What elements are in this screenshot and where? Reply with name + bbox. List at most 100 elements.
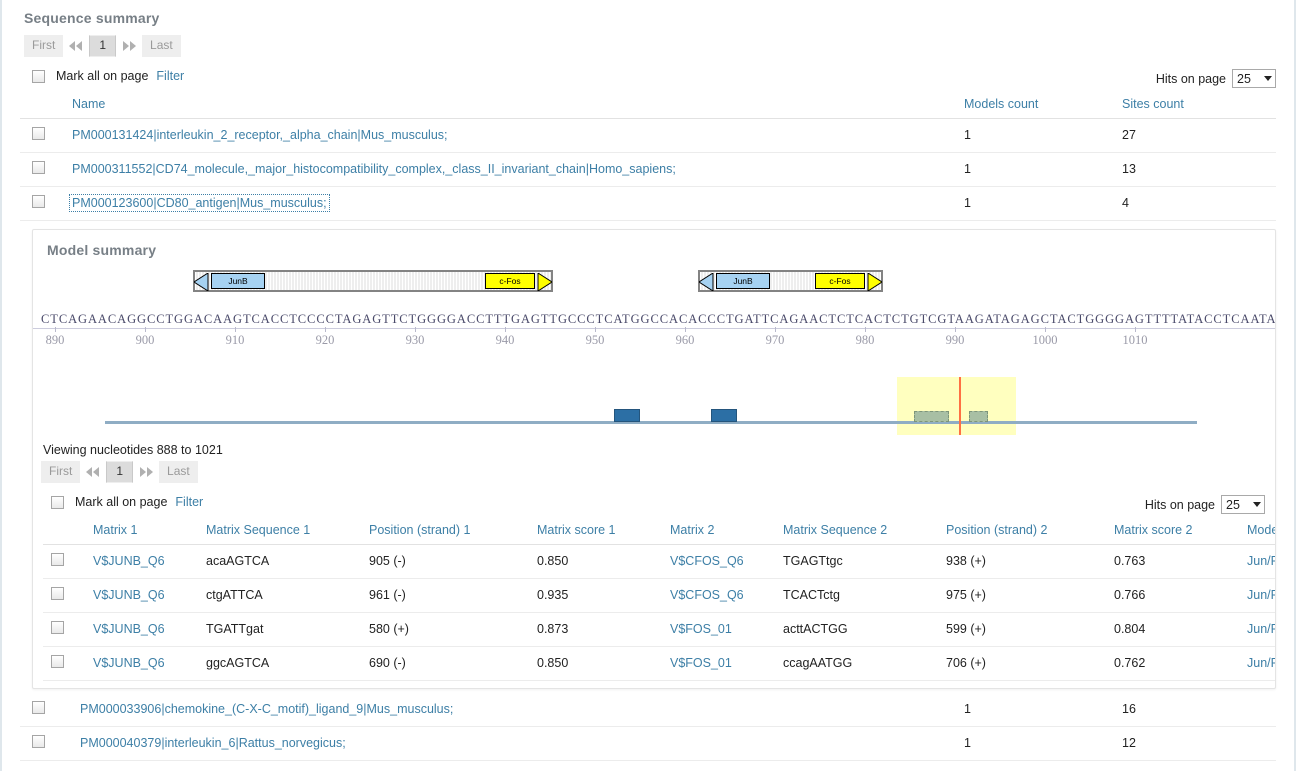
model-group-2[interactable]: JunB c-Fos [698,270,883,292]
nucleotide-sequence: CTCAGAACAGGCCTGGACAAGTCACCTCCCCTAGAGTTCT… [33,312,1275,329]
row-checkbox[interactable] [32,701,45,714]
matches-matrix-1: V$JUNB_Q6 [89,544,202,579]
pager-current-page[interactable]: 1 [89,35,117,57]
matrix-1-link[interactable]: V$JUNB_Q6 [93,554,165,568]
header-sites-count[interactable]: Sites count [1118,91,1276,119]
table-row[interactable]: PM000123600|CD80_antigen|Mus_musculus; 1… [20,186,1276,221]
overview-site-bar[interactable] [968,411,989,422]
matches-row[interactable]: V$JUNB_Q6 TGATTgat 580 (+) 0.873 V$FOS_0… [43,612,1275,647]
matches-row[interactable]: V$JUNB_Q6 ggcAGTCA 690 (-) 0.850 V$FOS_0… [43,646,1275,681]
model-pager-prev-icon[interactable] [82,463,104,482]
matches-row[interactable]: V$JUNB_Q6 acaAGTCA 905 (-) 0.850 V$CFOS_… [43,544,1275,579]
matches-model: Jun/Fos [1243,612,1275,647]
pager-next-icon[interactable] [118,37,140,56]
matches-row-checkbox[interactable] [51,587,64,600]
model-link[interactable]: Jun/Fos [1247,554,1275,568]
overview-site-bar[interactable] [914,411,950,422]
matches-model: Jun/Fos [1243,578,1275,613]
matches-position-2: 706 (+) [942,646,1110,681]
matches-row-checkbox[interactable] [51,655,64,668]
matches-score-1: 0.873 [533,612,666,647]
matrix-2-link[interactable]: V$FOS_01 [670,622,732,636]
row-checkbox[interactable] [32,161,45,174]
sequence-link[interactable]: PM000131424|interleukin_2_receptor,_alph… [72,128,448,142]
chevron-down-icon [1264,76,1272,81]
matrix-2-link[interactable]: V$FOS_01 [670,656,732,670]
matrix-1-link[interactable]: V$JUNB_Q6 [93,656,165,670]
ruler-tick [505,327,506,332]
page-title: Sequence summary [24,10,160,26]
sequence-link-selected[interactable]: PM000123600|CD80_antigen|Mus_musculus; [69,194,330,212]
header-models-count[interactable]: Models count [960,91,1118,119]
matches-header-score-2[interactable]: Matrix score 2 [1110,517,1243,545]
matches-header-model[interactable]: Model [1243,517,1275,545]
model-summary-title: Model summary [47,242,157,258]
matches-position-1: 580 (+) [365,612,533,647]
row-sites-cell: 16 [1118,693,1276,727]
header-name[interactable]: Name [68,91,960,119]
sequence-link[interactable]: PM000033906|chemokine_(C-X-C_motif)_liga… [80,702,453,716]
model-pager-first-button[interactable]: First [41,461,81,483]
row-checkbox[interactable] [32,735,45,748]
filter-link[interactable]: Filter [156,69,184,83]
matches-header-matrix-2[interactable]: Matrix 2 [666,517,779,545]
model-hits-on-page-label: Hits on page [1144,497,1215,512]
matches-header-position-1[interactable]: Position (strand) 1 [365,517,533,545]
matches-model: Jun/Fos [1243,646,1275,681]
matrix-2-link[interactable]: V$CFOS_Q6 [670,588,744,602]
matches-row[interactable]: V$JUNB_Q6 ctgATTCA 961 (-) 0.935 V$CFOS_… [43,578,1275,613]
sequence-link[interactable]: PM000311552|CD74_molecule,_major_histoco… [72,162,676,176]
model-hits-on-page-select[interactable]: 25 [1221,495,1265,514]
model-filter-link[interactable]: Filter [175,495,203,509]
sequence-link[interactable]: PM000040379|interleukin_6|Rattus_norvegi… [80,736,346,750]
table-row[interactable]: PM000033906|chemokine_(C-X-C_motif)_liga… [20,693,1276,727]
row-checkbox[interactable] [32,195,45,208]
row-checkbox[interactable] [32,127,45,140]
matches-header-matrix-sequence-1[interactable]: Matrix Sequence 1 [202,517,365,545]
matches-position-2: 599 (+) [942,612,1110,647]
matrix-2-link[interactable]: V$CFOS_Q6 [670,554,744,568]
ruler-tick-label: 990 [945,333,965,347]
sequence-overview-track[interactable] [33,369,1275,441]
overview-site-bar[interactable] [711,409,738,422]
matrix-1-link[interactable]: V$JUNB_Q6 [93,622,165,636]
matrix-1-link[interactable]: V$JUNB_Q6 [93,588,165,602]
table-row[interactable]: PM000040379|interleukin_6|Rattus_norvegi… [20,726,1276,761]
pager-prev-icon[interactable] [65,37,87,56]
matches-score-1: 0.935 [533,578,666,613]
tf-label-cfos-2[interactable]: c-Fos [815,273,865,289]
model-pager-last-button[interactable]: Last [159,461,198,483]
row-sites-cell: 27 [1118,118,1276,153]
table-row[interactable]: PM000311552|CD74_molecule,_major_histoco… [20,152,1276,187]
model-link[interactable]: Jun/Fos [1247,622,1275,636]
ruler-tick-label: 920 [315,333,335,347]
model-pager-next-icon[interactable] [135,463,157,482]
model-mark-all-checkbox[interactable] [51,495,64,509]
tf-label-junb-2[interactable]: JunB [716,273,770,289]
pager-first-button[interactable]: First [24,35,64,57]
row-sites-cell: 13 [1118,152,1276,187]
matches-header-matrix-sequence-2[interactable]: Matrix Sequence 2 [779,517,942,545]
matches-matrix-1: V$JUNB_Q6 [89,646,202,681]
row-name-cell: PM000131424|interleukin_2_receptor,_alph… [68,118,960,153]
model-link[interactable]: Jun/Fos [1247,656,1275,670]
matches-sequence-2: acttACTGG [779,612,942,647]
matches-header-position-2[interactable]: Position (strand) 2 [942,517,1110,545]
matches-row-checkbox[interactable] [51,621,64,634]
row-name-cell: PM000123600|CD80_antigen|Mus_musculus; [68,186,960,221]
model-pager-current-page[interactable]: 1 [106,461,134,483]
pager-last-button[interactable]: Last [142,35,181,57]
overview-site-bar[interactable] [613,409,641,422]
model-group-1[interactable]: JunB c-Fos [193,270,553,292]
matches-header-matrix-1[interactable]: Matrix 1 [89,517,202,545]
mark-all-checkbox[interactable] [32,69,45,83]
matches-row-checkbox[interactable] [51,553,64,566]
row-name-cell: PM000311552|CD74_molecule,_major_histoco… [68,152,960,187]
table-row[interactable]: PM000131424|interleukin_2_receptor,_alph… [20,118,1276,153]
matches-score-2: 0.762 [1110,646,1243,681]
tf-label-junb-1[interactable]: JunB [211,273,265,289]
matches-header-score-1[interactable]: Matrix score 1 [533,517,666,545]
hits-on-page-select[interactable]: 25 [1232,69,1276,88]
tf-label-cfos-1[interactable]: c-Fos [485,273,535,289]
model-link[interactable]: Jun/Fos [1247,588,1275,602]
